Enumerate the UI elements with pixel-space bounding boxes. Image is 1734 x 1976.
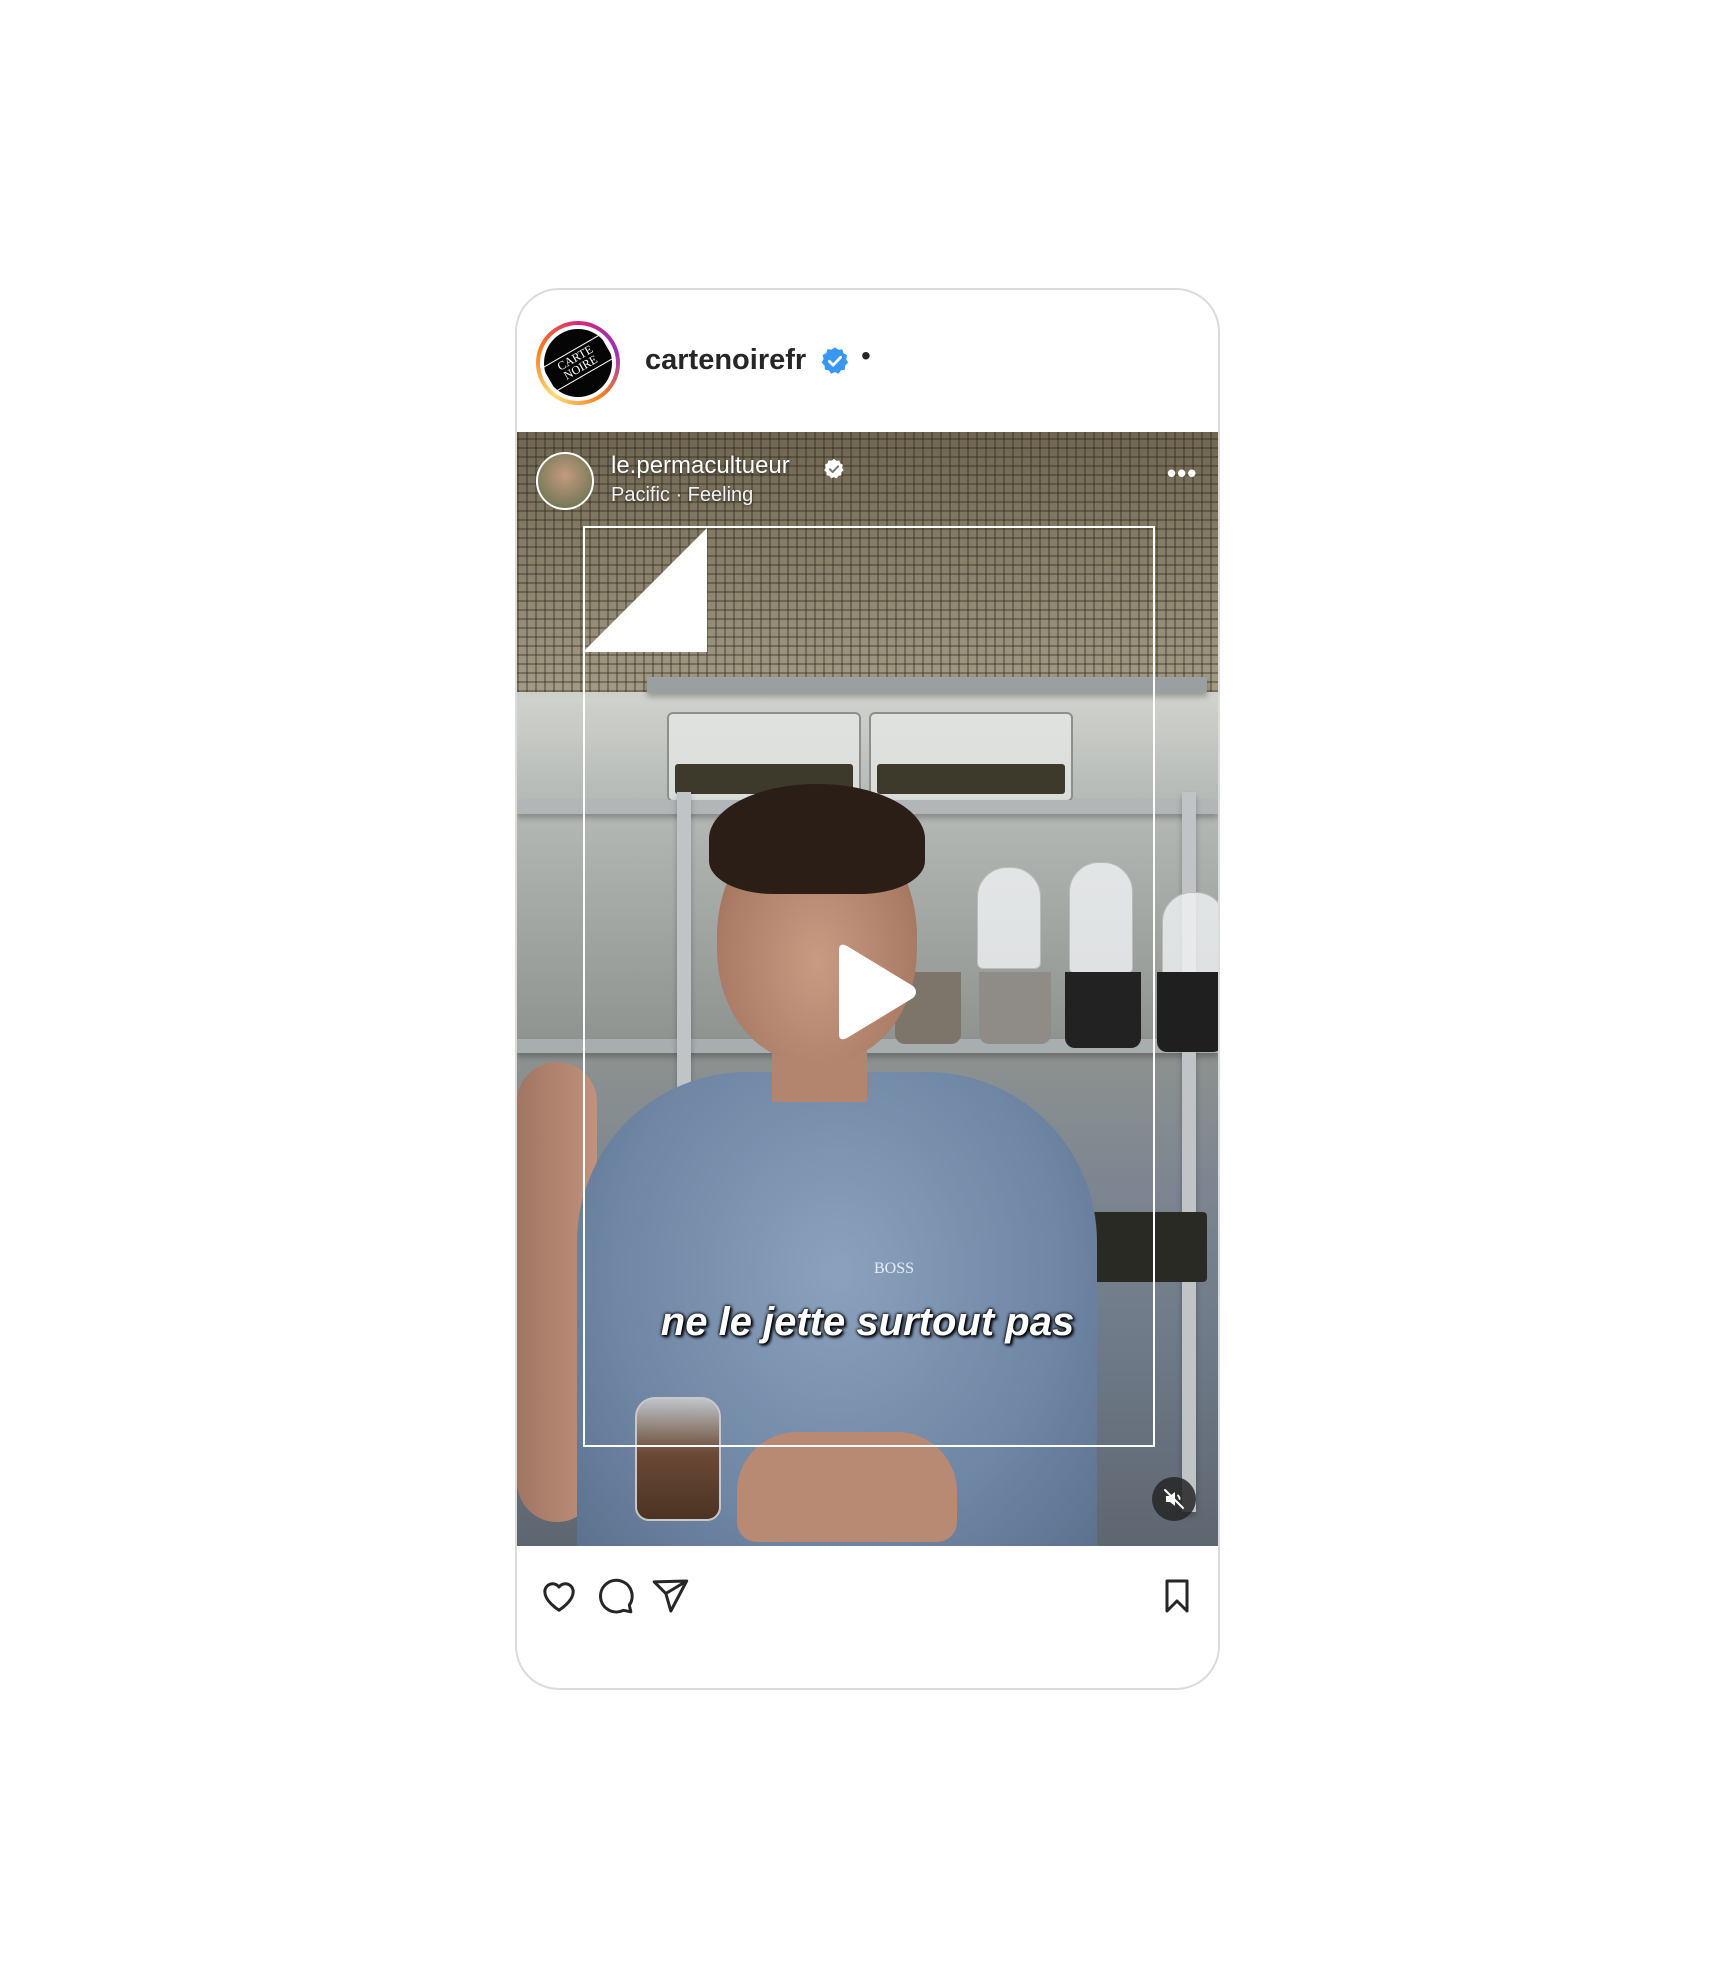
corner-triangle-shape [583, 528, 707, 652]
author-avatar[interactable]: CARTE NOIRE [536, 321, 620, 405]
instagram-post-card: CARTE NOIRE cartenoirefr • BOSS le.perma… [515, 288, 1220, 1690]
reel-author-username[interactable]: le.permacultueur [611, 452, 790, 480]
bookmark-icon[interactable] [1157, 1576, 1197, 1616]
reel-video[interactable]: BOSS le.permacultueur Pacific · Feeling … [517, 432, 1218, 1546]
video-subtitle: ne le jette surtout pas [660, 1300, 1075, 1344]
carte-noire-logo: CARTE NOIRE [541, 329, 615, 397]
person-hand [737, 1432, 957, 1542]
plant-pot [1157, 972, 1218, 1052]
comment-icon[interactable] [595, 1576, 635, 1616]
play-icon[interactable] [829, 942, 919, 1042]
verified-badge-icon [824, 458, 844, 479]
more-options-icon[interactable]: ••• [1167, 458, 1197, 489]
paper-plane-icon[interactable] [650, 1576, 690, 1616]
header-separator: • [861, 340, 871, 371]
author-username[interactable]: cartenoirefr [645, 344, 806, 377]
mute-button[interactable] [1152, 1477, 1196, 1521]
post-actions-bar [517, 1546, 1218, 1646]
verified-badge-icon [821, 347, 849, 374]
reel-audio-label[interactable]: Pacific · Feeling [611, 484, 753, 507]
speaker-muted-icon [1164, 1489, 1184, 1509]
heart-icon[interactable] [539, 1576, 579, 1616]
logo-text: CARTE NOIRE [541, 333, 615, 393]
post-header: CARTE NOIRE cartenoirefr • [517, 290, 1218, 432]
reel-author-avatar[interactable] [536, 452, 594, 510]
